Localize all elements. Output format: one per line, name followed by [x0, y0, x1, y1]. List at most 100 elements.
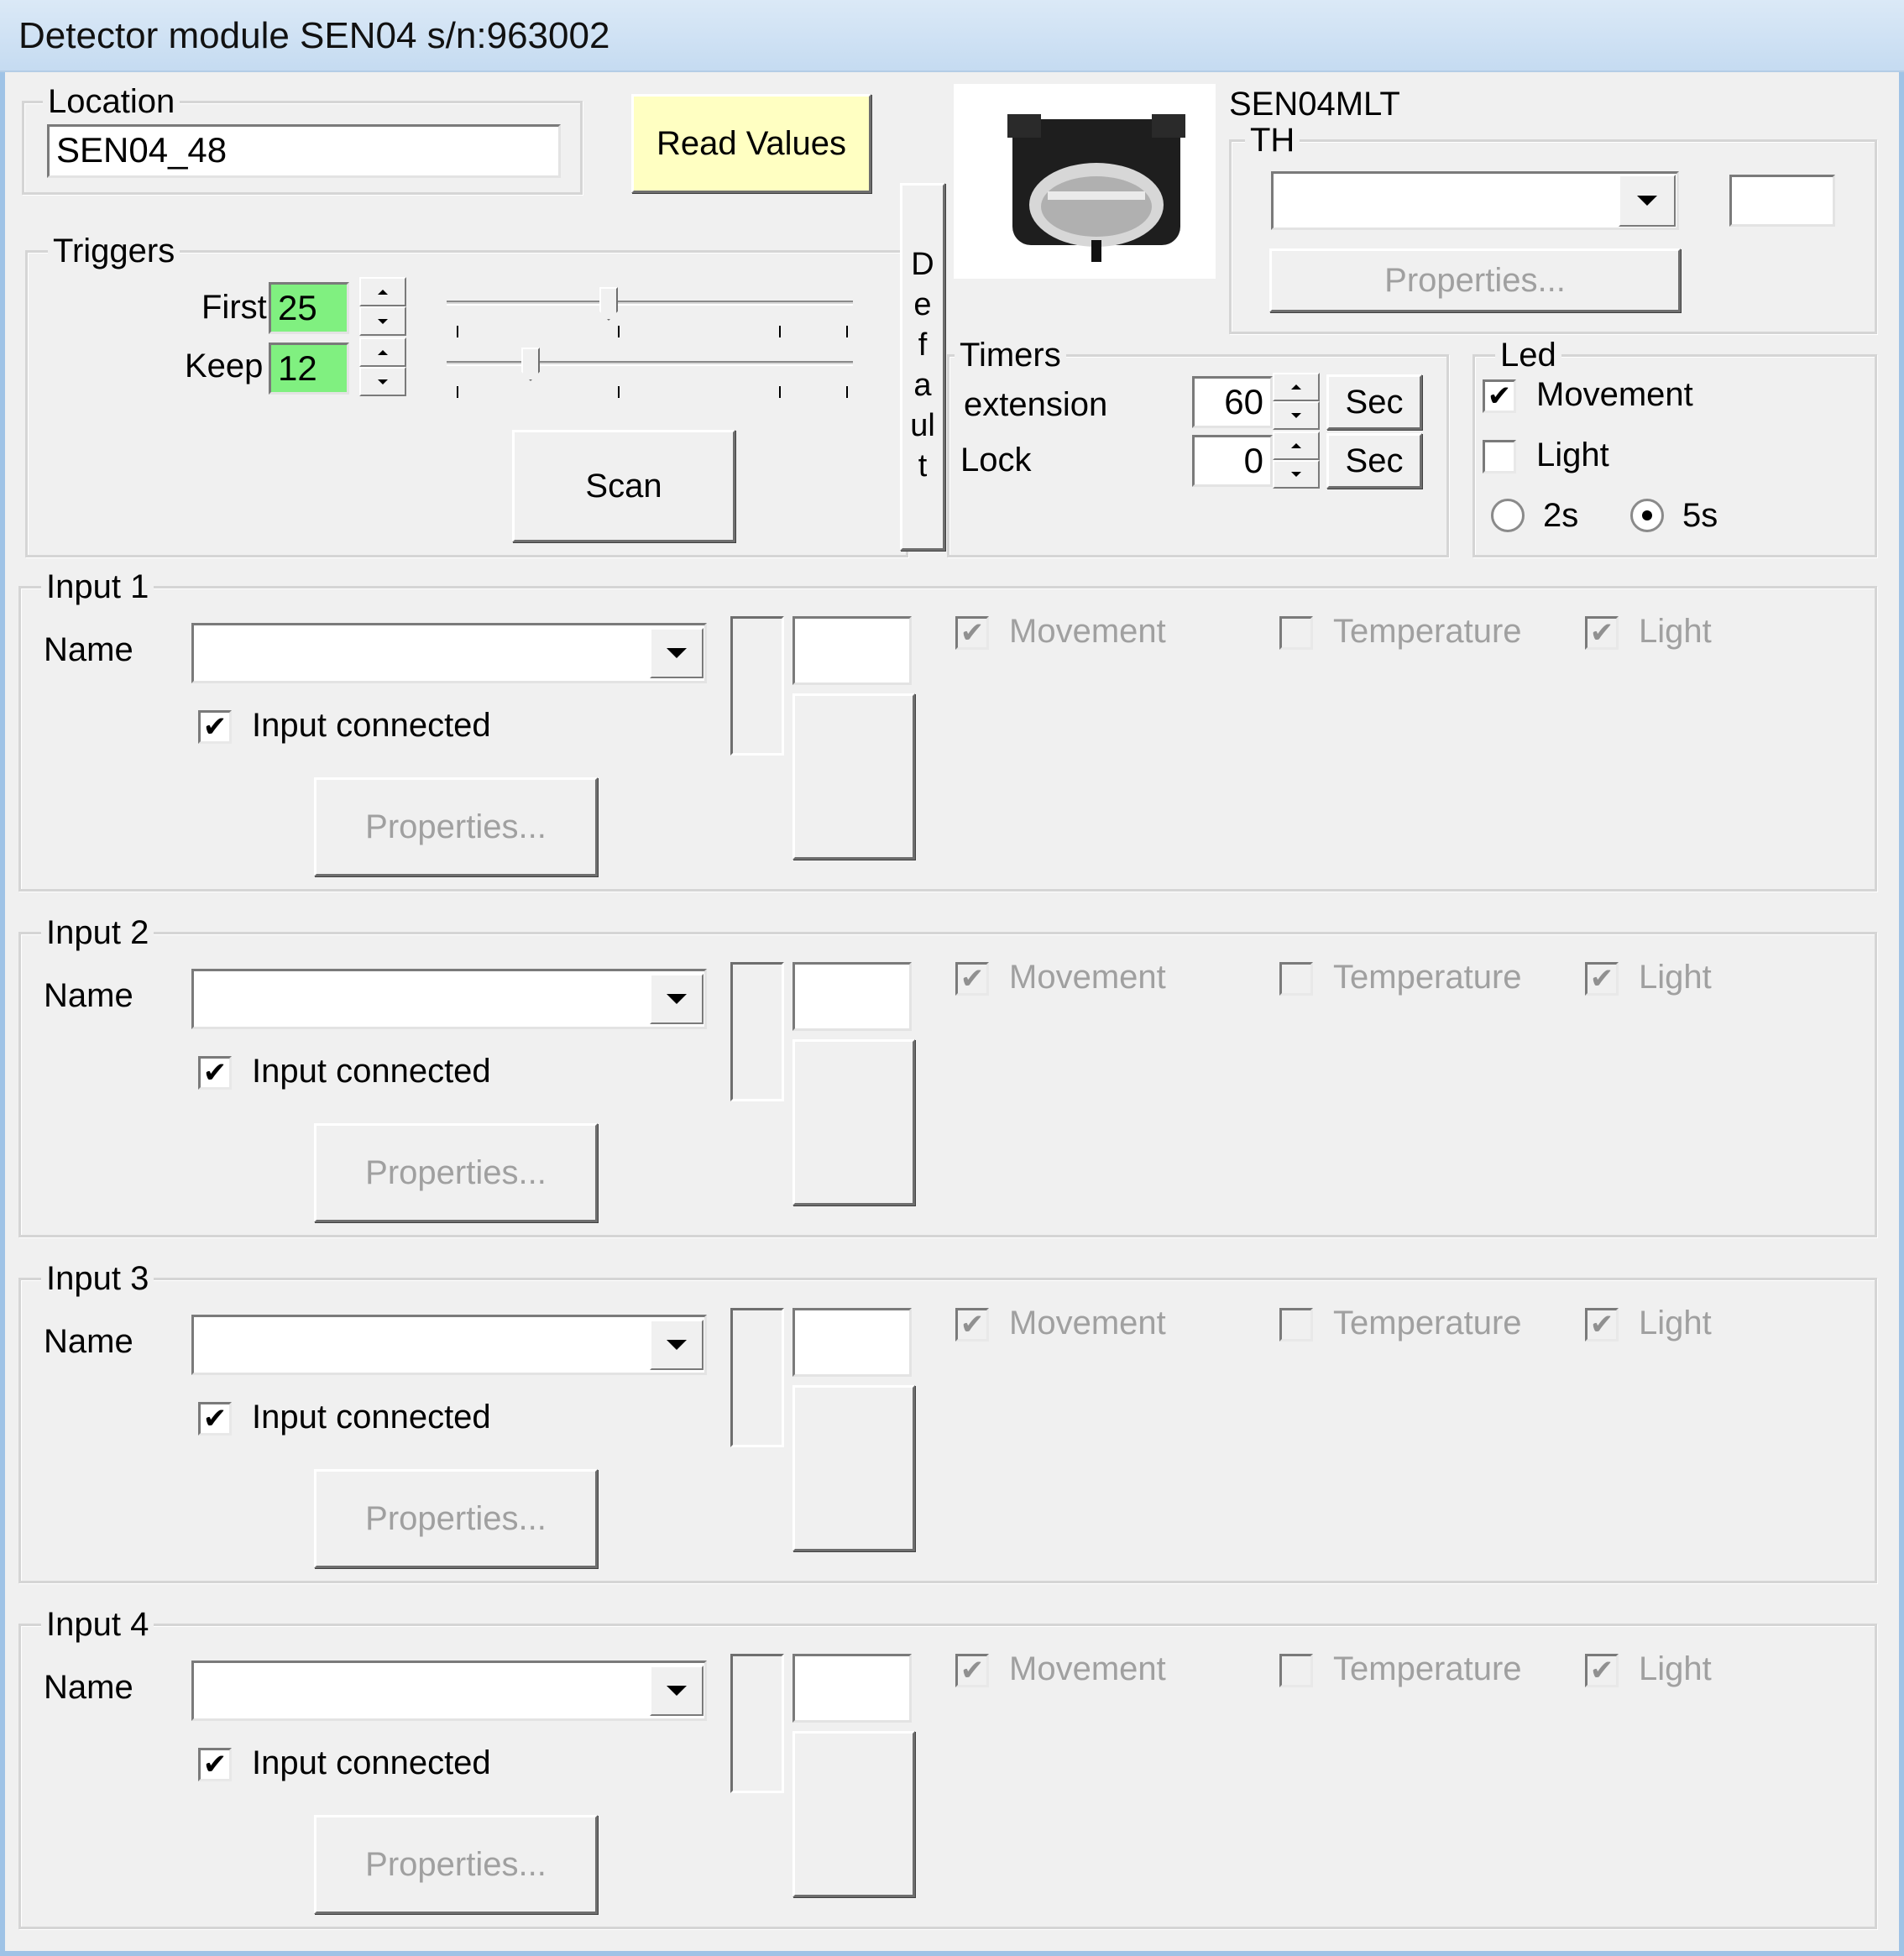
lock-spinner[interactable]	[1273, 431, 1320, 489]
input-connected-checkbox[interactable]: ✔	[198, 1748, 232, 1781]
spin-up-icon[interactable]	[1273, 431, 1320, 460]
input-name-combobox[interactable]	[191, 623, 707, 683]
led-radio-5s-label: 5s	[1682, 497, 1718, 534]
default-char: D	[911, 247, 934, 282]
input-legend: Input 1	[41, 568, 154, 605]
led-light-label: Light	[1536, 437, 1609, 473]
input-light-checkbox[interactable]: ✔	[1585, 1308, 1619, 1341]
input-temperature-checkbox[interactable]	[1279, 616, 1313, 650]
spin-down-icon[interactable]	[1273, 460, 1320, 489]
input-connected-checkbox[interactable]: ✔	[198, 710, 232, 744]
scan-button[interactable]: Scan	[512, 430, 735, 542]
input-temperature-checkbox[interactable]	[1279, 1654, 1313, 1687]
input-name-combobox-arrow[interactable]	[650, 974, 704, 1024]
input-properties-button[interactable]: Properties...	[314, 1123, 598, 1222]
first-spinner[interactable]	[359, 277, 406, 336]
input-movement-checkbox[interactable]: ✔	[955, 962, 989, 996]
location-legend: Location	[43, 83, 180, 120]
window-title: Detector module SEN04 s/n:963002	[18, 15, 610, 56]
input-indicator-large	[792, 693, 915, 860]
input-name-combobox[interactable]	[191, 969, 707, 1029]
th-value-field[interactable]	[1729, 175, 1835, 227]
input-name-combobox-arrow[interactable]	[650, 1666, 704, 1716]
input-temperature-label: Temperature	[1333, 1650, 1522, 1687]
location-input[interactable]: SEN04_48	[47, 124, 561, 178]
input-connected-checkbox[interactable]: ✔	[198, 1402, 232, 1436]
spin-down-icon[interactable]	[1273, 401, 1320, 430]
input-properties-button[interactable]: Properties...	[314, 777, 598, 876]
input-value-field[interactable]	[792, 1654, 912, 1723]
input-indicator-large	[792, 1731, 915, 1897]
spin-down-icon[interactable]	[359, 306, 406, 336]
input-name-combobox[interactable]	[191, 1315, 707, 1375]
input-properties-button[interactable]: Properties...	[314, 1469, 598, 1568]
slider-tick	[779, 386, 781, 398]
input-connected-checkbox[interactable]: ✔	[198, 1056, 232, 1090]
input-connected-label: Input connected	[252, 707, 491, 744]
keep-value-field[interactable]: 12	[269, 343, 349, 395]
input-temperature-checkbox[interactable]	[1279, 962, 1313, 996]
default-char: a	[913, 368, 932, 403]
input-movement-label: Movement	[1009, 1305, 1166, 1341]
input-properties-button[interactable]: Properties...	[314, 1815, 598, 1914]
slider-tick	[846, 386, 848, 398]
input-name-combobox[interactable]	[191, 1661, 707, 1721]
input-movement-checkbox[interactable]: ✔	[955, 1654, 989, 1687]
input-light-checkbox[interactable]: ✔	[1585, 1654, 1619, 1687]
extension-value-field[interactable]: 60	[1192, 376, 1273, 428]
model-label: SEN04MLT	[1229, 86, 1400, 123]
input-movement-label: Movement	[1009, 1650, 1166, 1687]
first-slider-thumb[interactable]	[599, 287, 618, 321]
led-light-checkbox[interactable]	[1483, 440, 1516, 473]
input-name-combobox-arrow[interactable]	[650, 1320, 704, 1370]
input-indicator-small	[730, 1308, 784, 1447]
spin-down-icon[interactable]	[359, 367, 406, 396]
lock-value-field[interactable]: 0	[1192, 435, 1273, 487]
input-connected-label: Input connected	[252, 1744, 491, 1781]
lock-label: Lock	[960, 442, 1032, 479]
input-indicator-large	[792, 1385, 915, 1551]
timers-legend: Timers	[955, 337, 1066, 374]
spin-up-icon[interactable]	[1273, 373, 1320, 401]
input-movement-checkbox[interactable]: ✔	[955, 1308, 989, 1341]
input-light-label: Light	[1639, 959, 1712, 996]
slider-tick	[618, 326, 620, 337]
extension-unit: Sec	[1326, 374, 1422, 430]
lock-unit: Sec	[1326, 433, 1422, 489]
keep-slider-thumb[interactable]	[521, 348, 540, 381]
input-light-checkbox[interactable]: ✔	[1585, 962, 1619, 996]
input-value-field[interactable]	[792, 616, 912, 685]
th-properties-button[interactable]: Properties...	[1269, 248, 1681, 312]
default-button[interactable]: De f a ul t	[900, 183, 945, 551]
input-legend: Input 4	[41, 1606, 154, 1643]
first-value-field[interactable]: 25	[269, 282, 349, 334]
led-movement-checkbox[interactable]: ✔	[1483, 379, 1516, 413]
keep-spinner[interactable]	[359, 337, 406, 396]
input-temperature-label: Temperature	[1333, 613, 1522, 650]
input-value-field[interactable]	[792, 962, 912, 1031]
read-values-button[interactable]: Read Values	[631, 94, 871, 193]
input-value-field[interactable]	[792, 1308, 912, 1377]
input-connected-label: Input connected	[252, 1053, 491, 1090]
input-movement-checkbox[interactable]: ✔	[955, 616, 989, 650]
input-light-checkbox[interactable]: ✔	[1585, 616, 1619, 650]
led-radio-2s[interactable]	[1491, 499, 1525, 532]
first-slider[interactable]	[447, 285, 853, 344]
spin-up-icon[interactable]	[359, 337, 406, 367]
led-movement-label: Movement	[1536, 376, 1693, 413]
input-movement-label: Movement	[1009, 613, 1166, 650]
extension-spinner[interactable]	[1273, 373, 1320, 430]
title-bar[interactable]: Detector module SEN04 s/n:963002	[0, 0, 1904, 72]
input-name-label: Name	[44, 631, 133, 668]
input-name-label: Name	[44, 1323, 133, 1360]
input-name-combobox-arrow[interactable]	[650, 628, 704, 678]
input-light-label: Light	[1639, 1650, 1712, 1687]
input-temperature-label: Temperature	[1333, 1305, 1522, 1341]
spin-up-icon[interactable]	[359, 277, 406, 306]
keep-slider[interactable]	[447, 346, 853, 405]
input-name-label: Name	[44, 977, 133, 1014]
th-combobox-arrow[interactable]	[1619, 175, 1676, 227]
slider-tick	[846, 326, 848, 337]
input-temperature-checkbox[interactable]	[1279, 1308, 1313, 1341]
led-radio-5s[interactable]	[1630, 499, 1664, 532]
